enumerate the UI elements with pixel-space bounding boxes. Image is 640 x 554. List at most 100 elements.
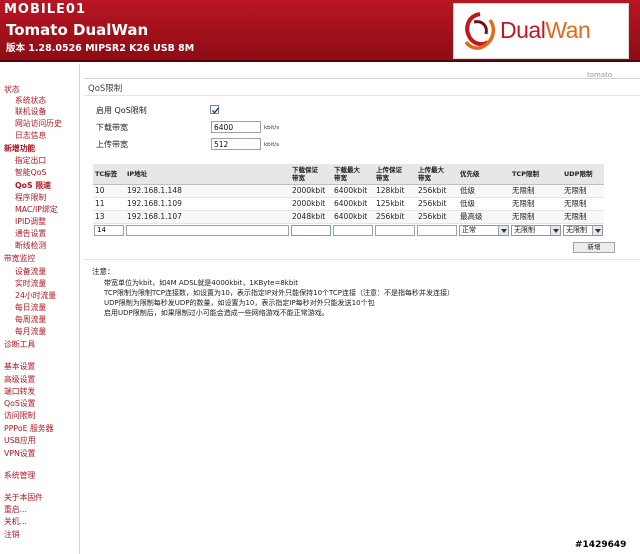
download-unit: kbit/s [264, 125, 280, 131]
sidebar-item[interactable]: MAC/IP绑定 [15, 204, 58, 215]
sidebar-item[interactable]: 实时流量 [15, 278, 46, 289]
note-line: 启用UDP限制后，如果限制过小可能会造成一些网络游戏不能正常游戏。 [104, 309, 329, 317]
cell-ip: 192.168.1.148 [125, 184, 290, 198]
chevron-down-icon [592, 225, 602, 235]
sidebar-item[interactable]: 联机设备 [15, 106, 46, 117]
cell-priority: 低级 [458, 184, 510, 198]
cell-ip: 192.168.1.107 [125, 210, 290, 224]
sidebar-item[interactable]: 每月流量 [15, 326, 46, 337]
new-priority-select[interactable]: 正常 [459, 224, 509, 236]
cell-download-max: 6400kbit [332, 197, 374, 211]
col-upload-max: 上传最大 带宽 [416, 164, 458, 185]
cell-download-min: 2000kbit [290, 197, 332, 211]
sidebar-item[interactable]: 系统状态 [15, 95, 46, 106]
sidebar-item[interactable]: VPN设置 [4, 448, 35, 459]
cell-udp-limit: 无限制 [562, 197, 604, 211]
firmware-version: 版本 1.28.0526 MIPSR2 K26 USB 8M [6, 43, 195, 54]
new-tc-input[interactable] [94, 224, 124, 236]
cell-upload-min: 256kbit [374, 210, 416, 224]
sidebar-item[interactable]: QoS 限速 [15, 180, 51, 191]
col-tc-label: TC标签 [93, 164, 125, 185]
logo-wordmark: DualWan [500, 17, 591, 43]
new-udp-limit-select[interactable]: 无限制 [563, 224, 603, 236]
sidebar-item[interactable]: 重启... [4, 504, 27, 515]
download-bandwidth-input[interactable] [211, 121, 261, 133]
sidebar-item[interactable]: QoS设置 [4, 398, 35, 409]
cell-upload-min: 125kbit [374, 197, 416, 211]
col-ip-address: IP地址 [125, 164, 290, 185]
col-upload-min: 上传保证 带宽 [374, 164, 416, 185]
enable-qos-checkbox[interactable] [210, 105, 220, 114]
dualwan-logo: DualWan [453, 3, 629, 59]
cell-download-max: 6400kbit [332, 210, 374, 224]
cell-upload-max: 256kbit [416, 197, 458, 211]
watermark-id: #1429649 [575, 540, 627, 550]
sidebar-item[interactable]: 关于本固件 [4, 492, 43, 503]
select-value: 无限制 [514, 225, 535, 234]
note-line: 带宽单位为kbit，如4M ADSL就是4000kbit，1KByte=8kbi… [104, 279, 298, 287]
divider [84, 259, 640, 260]
sidebar-item[interactable]: 24小时流量 [15, 290, 56, 301]
sidebar-item[interactable]: 网站访问历史 [15, 118, 62, 129]
sidebar-item[interactable]: 状态 [4, 84, 20, 95]
cell-ip: 192.168.1.109 [125, 197, 290, 211]
add-rule-button[interactable]: 新增 [573, 242, 615, 253]
sidebar-item[interactable]: 关机... [4, 516, 27, 527]
sidebar-item[interactable]: 高级设置 [4, 374, 35, 385]
sidebar-item[interactable]: IPID调整 [15, 216, 46, 227]
new-rule-row: 正常 无限制 无限制 [93, 223, 604, 237]
upload-bandwidth-label: 上传带宽 [96, 140, 128, 149]
enable-qos-label: 启用 QoS限制 [96, 106, 147, 115]
chevron-down-icon [550, 225, 560, 235]
cell-tc: 10 [93, 184, 125, 198]
divider [84, 78, 640, 79]
sidebar-item[interactable]: PPPoE 服务器 [4, 423, 53, 434]
sidebar-item[interactable]: 访问限制 [4, 410, 35, 421]
cell-upload-min: 128kbit [374, 184, 416, 198]
watermark-brand: MOBILE01 [4, 2, 86, 17]
sidebar-item[interactable]: USB应用 [4, 435, 36, 446]
cell-tcp-limit: 无限制 [510, 210, 562, 224]
upload-unit: kbit/s [264, 142, 280, 148]
app-title: Tomato DualWan [6, 21, 149, 39]
new-upload-min-input[interactable] [375, 224, 415, 236]
sidebar-item[interactable]: 端口转发 [4, 386, 35, 397]
new-tcp-limit-select[interactable]: 无限制 [511, 224, 561, 236]
sidebar-item[interactable]: 注销 [4, 529, 20, 540]
table-row[interactable]: 13 192.168.1.107 2048kbit 6400kbit 256kb… [93, 210, 604, 224]
table-row[interactable]: 11 192.168.1.109 2000kbit 6400kbit 125kb… [93, 197, 604, 211]
col-priority: 优先级 [458, 164, 510, 185]
sidebar-item[interactable]: 每周流量 [15, 314, 46, 325]
sidebar-item[interactable]: 基本设置 [4, 361, 35, 372]
sidebar-item[interactable]: 指定出口 [15, 155, 46, 166]
sidebar-item[interactable]: 每日流量 [15, 302, 46, 313]
upload-bandwidth-input[interactable] [211, 138, 261, 150]
new-ip-input[interactable] [126, 224, 289, 236]
download-bandwidth-label: 下载带宽 [96, 123, 128, 132]
sidebar-item[interactable]: 系统管理 [4, 470, 35, 481]
cell-tcp-limit: 无限制 [510, 184, 562, 198]
sidebar-item[interactable]: 诊断工具 [4, 339, 35, 350]
col-download-max: 下载最大 带宽 [332, 164, 374, 185]
new-download-max-input[interactable] [333, 224, 373, 236]
new-download-min-input[interactable] [291, 224, 331, 236]
select-value: 正常 [462, 225, 476, 234]
chevron-down-icon [498, 225, 508, 235]
col-udp-limit: UDP限制 [562, 164, 604, 185]
sidebar-item[interactable]: 设备流量 [15, 266, 46, 277]
app-header: MOBILE01 Tomato DualWan 版本 1.28.0526 MIP… [0, 0, 640, 62]
col-tcp-limit: TCP限制 [510, 164, 562, 185]
new-upload-max-input[interactable] [417, 224, 457, 236]
cell-download-max: 6400kbit [332, 184, 374, 198]
cell-download-min: 2000kbit [290, 184, 332, 198]
sidebar-item[interactable]: 智能QoS [15, 167, 46, 178]
table-row[interactable]: 10 192.168.1.148 2000kbit 6400kbit 128kb… [93, 184, 604, 198]
sidebar-item[interactable]: 日志信息 [15, 130, 46, 141]
sidebar-item[interactable]: 程序限制 [15, 192, 46, 203]
sidebar-item[interactable]: 新增功能 [4, 143, 35, 154]
sidebar-item[interactable]: 带宽监控 [4, 253, 35, 264]
sidebar-item[interactable]: 断线检测 [15, 240, 46, 251]
sidebar-item[interactable]: 通告设置 [15, 228, 46, 239]
cell-download-min: 2048kbit [290, 210, 332, 224]
divider [84, 95, 640, 96]
